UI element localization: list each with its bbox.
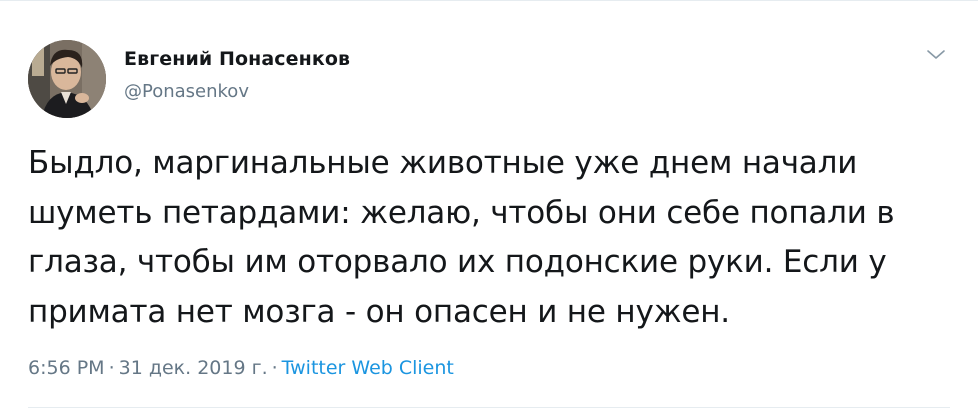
tweet-metadata: 6:56 PM · 31 дек. 2019 г. · Twitter Web Clie… (28, 357, 454, 379)
tweet-text: Быдло, маргинальные животные уже днем на… (28, 145, 895, 330)
author-handle[interactable]: @Ponasenkov (124, 81, 249, 102)
tweet-source-link[interactable]: Twitter Web Client (282, 357, 454, 379)
avatar[interactable] (28, 40, 106, 118)
avatar-image (28, 40, 106, 118)
tweet-date[interactable]: 31 дек. 2019 г. (119, 357, 268, 379)
tweet-card: Евгений Понасенков @Ponasenkov Быдло, ма… (0, 0, 978, 419)
author-name[interactable]: Евгений Понасенков (124, 48, 350, 70)
divider (28, 407, 950, 408)
tweet-menu-button[interactable] (922, 45, 950, 65)
meta-separator: · (108, 357, 115, 379)
meta-separator: · (271, 357, 278, 379)
tweet-time[interactable]: 6:56 PM (28, 357, 105, 379)
chevron-down-icon (927, 50, 945, 59)
